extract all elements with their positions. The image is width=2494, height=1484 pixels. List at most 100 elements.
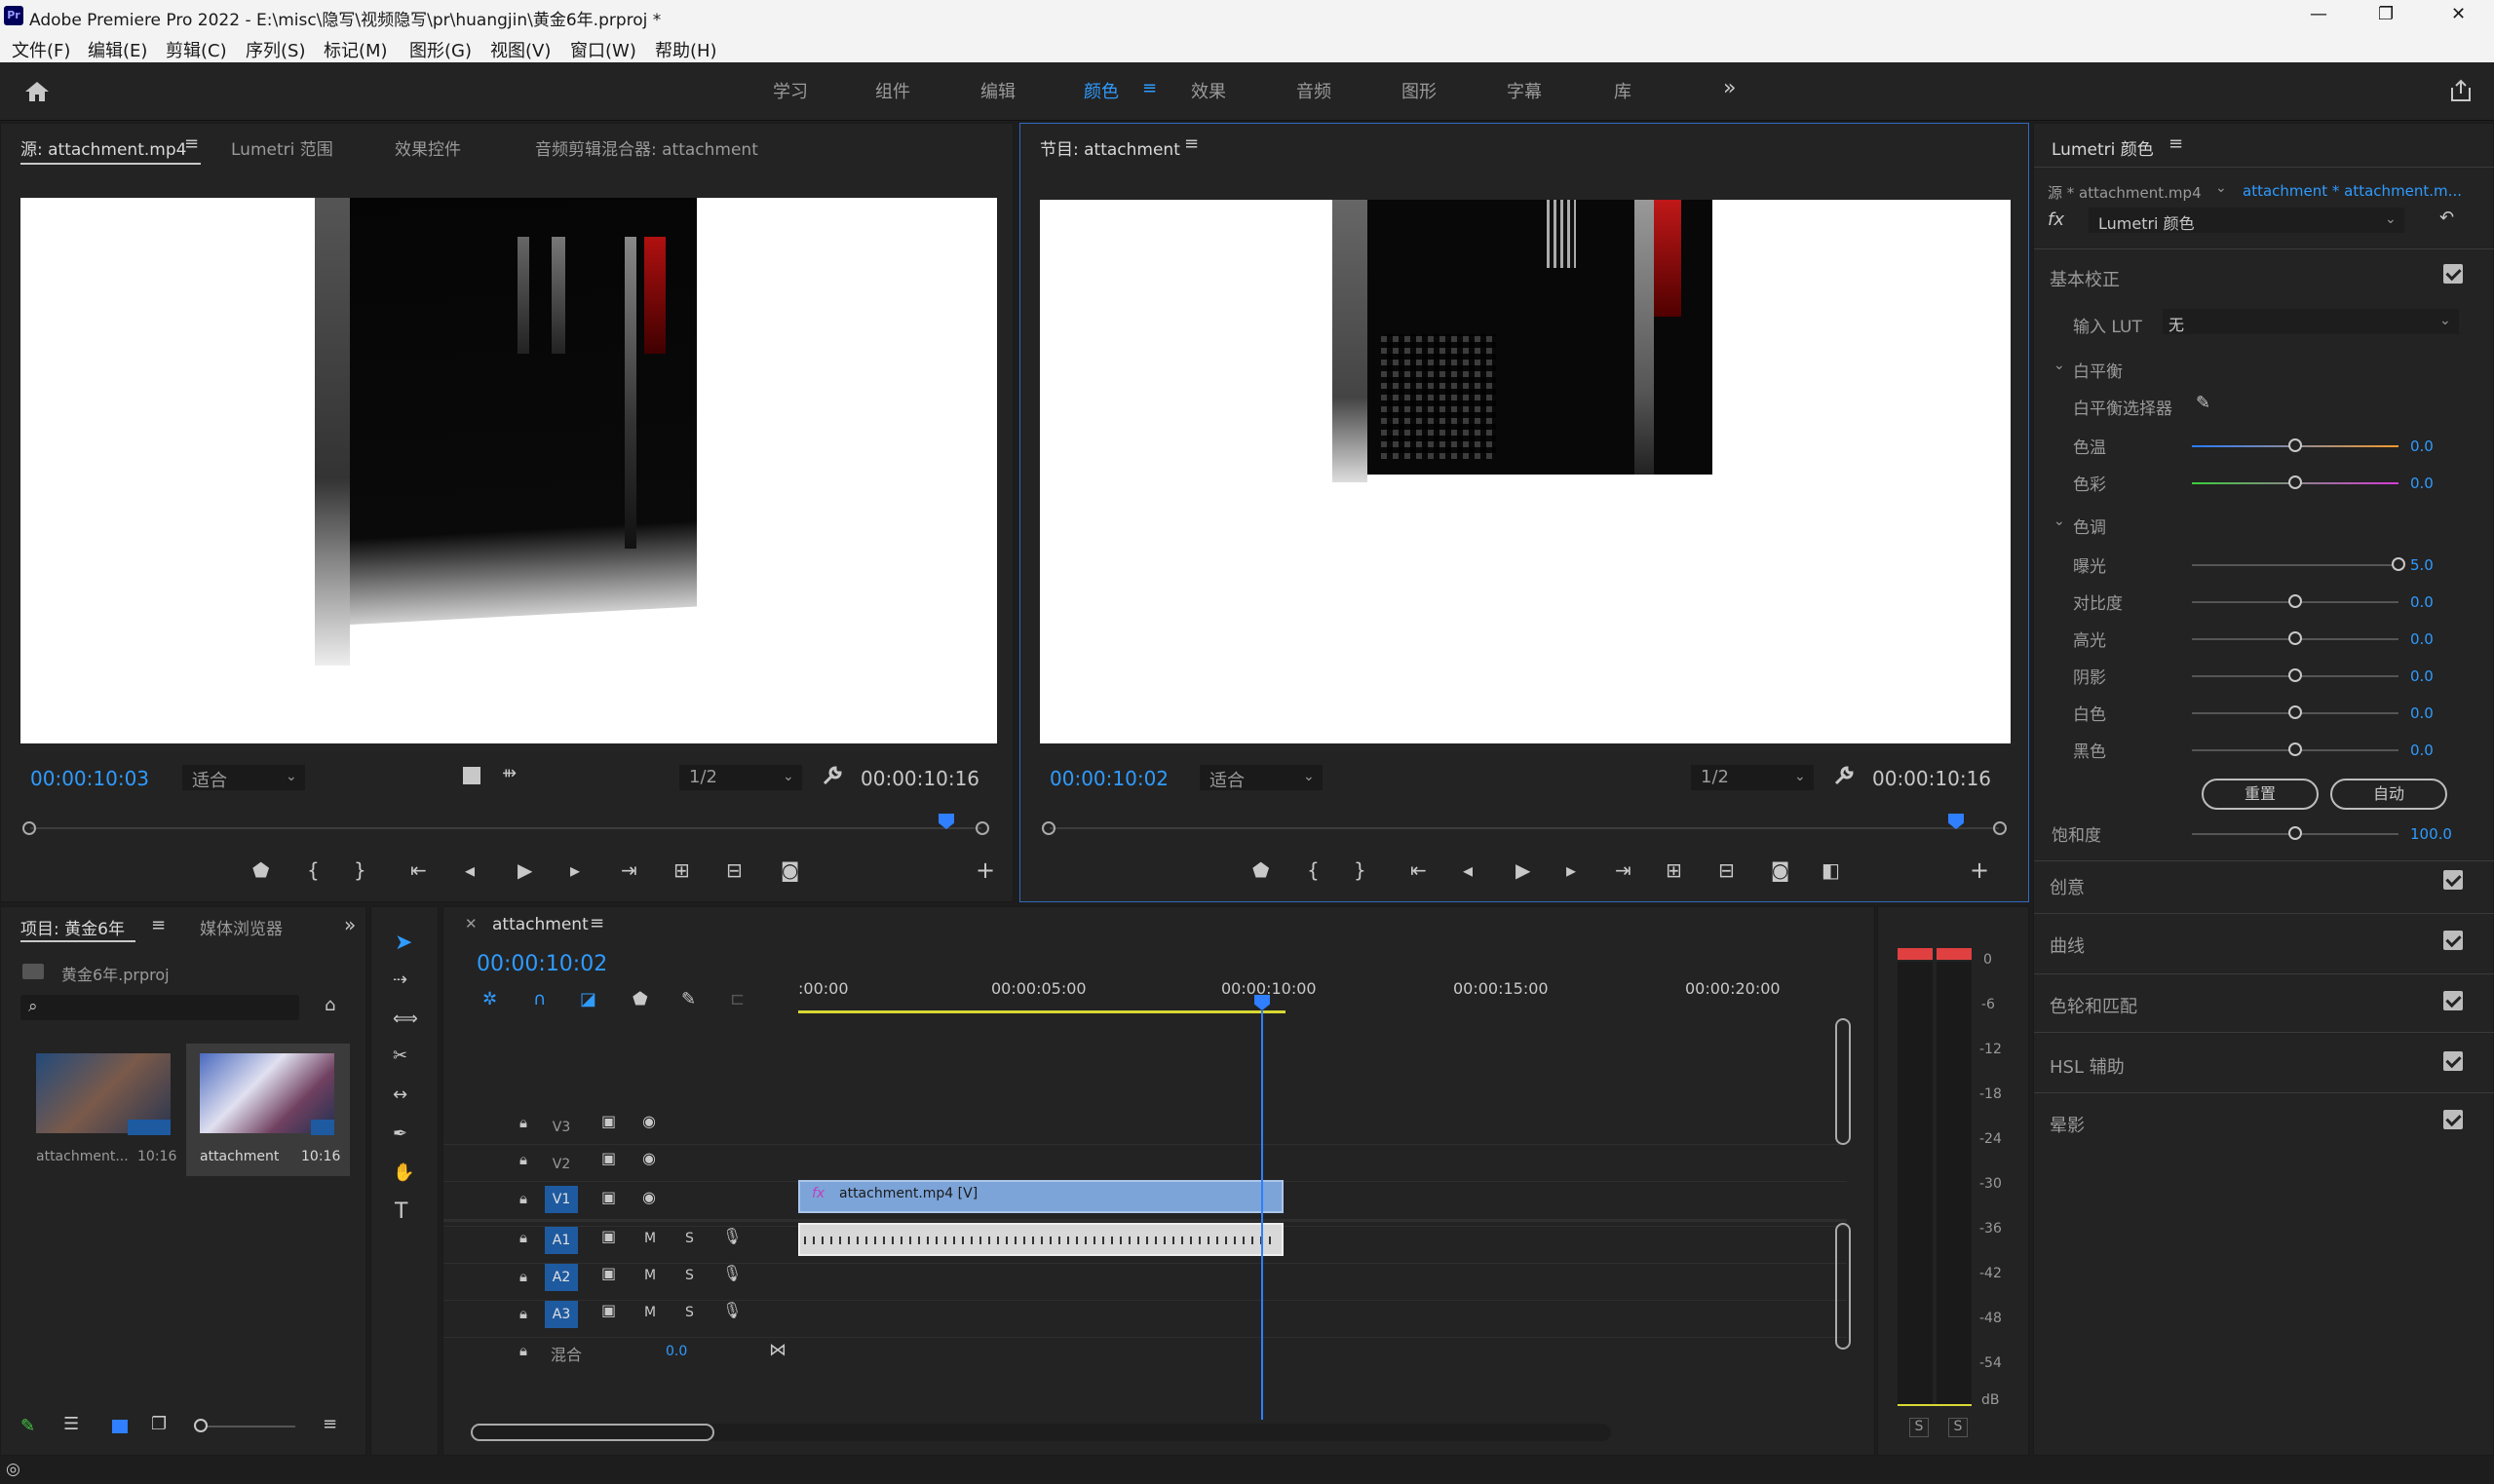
step-back-icon[interactable]: ◂ bbox=[465, 858, 475, 882]
camera-icon[interactable]: ◙ bbox=[1771, 858, 1789, 882]
workspace-audio[interactable]: 音频 bbox=[1296, 78, 1331, 103]
lock-icon[interactable]: 🔒︎ bbox=[519, 1268, 527, 1285]
linked-selection-icon[interactable]: ∩ bbox=[533, 989, 546, 1009]
insert-overwrite-icon[interactable]: ◪ bbox=[580, 989, 596, 1009]
tab-menu-icon[interactable]: ≡ bbox=[590, 913, 604, 933]
play-icon[interactable]: ▶ bbox=[518, 858, 532, 882]
creative-checkbox[interactable] bbox=[2443, 870, 2463, 890]
slider-temperature-value[interactable]: 0.0 bbox=[2410, 438, 2434, 455]
solo-button[interactable]: S bbox=[685, 1268, 694, 1283]
tab-program[interactable]: 节目: attachment bbox=[1040, 135, 1180, 160]
program-video-frame[interactable] bbox=[1040, 200, 2011, 743]
effect-dropdown[interactable]: Lumetri 颜色 ⌄ bbox=[2089, 208, 2404, 233]
section-hsl-secondary[interactable]: HSL 辅助 bbox=[2050, 1053, 2125, 1079]
wrench-icon[interactable] bbox=[822, 765, 843, 786]
section-basic-correction[interactable]: 基本校正 bbox=[2050, 266, 2120, 291]
program-timecode[interactable]: 00:00:10:02 bbox=[1050, 767, 1169, 790]
sync-lock-icon[interactable]: ▣ bbox=[601, 1149, 616, 1167]
slider-temperature-knob[interactable] bbox=[2288, 438, 2302, 452]
white-balance-heading[interactable]: 白平衡 bbox=[2073, 358, 2123, 382]
menu-window[interactable]: 窗口(W) bbox=[570, 37, 636, 62]
section-curves[interactable]: 曲线 bbox=[2050, 932, 2085, 958]
eye-icon[interactable]: ◉ bbox=[642, 1188, 656, 1206]
eye-icon[interactable]: ◉ bbox=[642, 1149, 656, 1167]
ripple-icon[interactable]: ⇻ bbox=[502, 763, 517, 783]
slider-blacks-knob[interactable] bbox=[2288, 742, 2302, 756]
lock-icon[interactable]: 🔒︎ bbox=[519, 1190, 527, 1207]
camera-icon[interactable]: ◙ bbox=[781, 858, 799, 882]
sync-lock-icon[interactable]: ▣ bbox=[601, 1264, 616, 1282]
program-fit-dropdown[interactable]: 适合 ⌄ bbox=[1200, 765, 1323, 791]
vertical-scroll-audio[interactable] bbox=[1835, 1223, 1851, 1350]
safe-margins-icon[interactable] bbox=[463, 767, 480, 784]
menu-view[interactable]: 视图(V) bbox=[490, 37, 551, 62]
play-icon[interactable]: ▶ bbox=[1516, 858, 1530, 882]
list-view-icon[interactable]: ☰ bbox=[63, 1414, 79, 1434]
icon-view-icon[interactable] bbox=[112, 1420, 128, 1433]
lock-icon[interactable]: 🔒︎ bbox=[519, 1229, 527, 1246]
sync-lock-icon[interactable]: ▣ bbox=[601, 1112, 616, 1130]
comparison-view-icon[interactable]: ◧ bbox=[1822, 858, 1840, 882]
workspace-menu-icon[interactable]: ≡ bbox=[1142, 78, 1157, 98]
workspace-color[interactable]: 颜色 bbox=[1084, 78, 1119, 103]
slider-shadows-value[interactable]: 0.0 bbox=[2410, 667, 2434, 685]
tone-heading[interactable]: 色调 bbox=[2073, 514, 2106, 538]
tab-menu-icon[interactable]: ≡ bbox=[1184, 133, 1199, 154]
slider-contrast-value[interactable]: 0.0 bbox=[2410, 593, 2434, 611]
hsl-secondary-checkbox[interactable] bbox=[2443, 1051, 2463, 1071]
track-label-v2[interactable]: V2 bbox=[545, 1151, 578, 1178]
insert-icon[interactable]: ⊞ bbox=[673, 858, 690, 882]
slider-shadows-knob[interactable] bbox=[2288, 668, 2302, 682]
source-resolution-dropdown[interactable]: 1/2 ⌄ bbox=[679, 765, 802, 790]
lumetri-source-clip[interactable]: 源 * attachment.mp4 bbox=[2048, 182, 2202, 203]
tab-timeline[interactable]: attachment bbox=[492, 915, 589, 934]
solo-button[interactable]: S bbox=[685, 1231, 694, 1246]
saturation-knob[interactable] bbox=[2288, 826, 2302, 840]
find-bin-icon[interactable]: ⌂ bbox=[325, 995, 335, 1015]
go-to-in-icon[interactable]: ⇤ bbox=[1410, 858, 1427, 882]
tab-source[interactable]: 源: attachment.mp4 bbox=[20, 135, 186, 160]
timeline-settings-icon[interactable]: ✎ bbox=[681, 989, 696, 1009]
add-button-icon[interactable]: + bbox=[1970, 856, 1989, 884]
project-item-thumbnail[interactable]: attachment... 10:16 bbox=[22, 1044, 186, 1235]
chevron-down-icon[interactable]: ⌄ bbox=[2215, 180, 2227, 196]
menu-marker[interactable]: 标记(M) bbox=[324, 37, 388, 62]
workspace-learn[interactable]: 学习 bbox=[773, 78, 808, 103]
sync-lock-icon[interactable]: ▣ bbox=[601, 1227, 616, 1245]
workspace-editing[interactable]: 编辑 bbox=[980, 78, 1016, 103]
tab-effect-controls[interactable]: 效果控件 bbox=[395, 135, 461, 160]
workspace-effects[interactable]: 效果 bbox=[1191, 78, 1226, 103]
menu-clip[interactable]: 剪辑(C) bbox=[166, 37, 227, 62]
track-label-a1[interactable]: A1 bbox=[545, 1227, 578, 1254]
pen-tool-icon[interactable]: ✒ bbox=[393, 1123, 407, 1144]
slider-tint-knob[interactable] bbox=[2288, 476, 2302, 489]
mark-in-icon[interactable]: { bbox=[1307, 858, 1320, 882]
track-select-tool-icon[interactable]: ⇢ bbox=[393, 970, 407, 990]
workspace-assembly[interactable]: 组件 bbox=[875, 78, 910, 103]
white-balance-chevron-icon[interactable]: ⌄ bbox=[2053, 358, 2065, 373]
ripple-edit-tool-icon[interactable]: ⟺ bbox=[393, 1008, 418, 1029]
tab-menu-icon[interactable]: ≡ bbox=[2168, 133, 2183, 154]
slider-exposure-track[interactable] bbox=[2192, 564, 2398, 566]
add-marker-icon[interactable]: ⬟ bbox=[252, 858, 269, 882]
color-wheels-checkbox[interactable] bbox=[2443, 991, 2463, 1010]
auto-button[interactable]: 自动 bbox=[2330, 779, 2447, 810]
selection-tool-icon[interactable]: ➤ bbox=[395, 931, 412, 955]
timeline-ruler[interactable]: :00:00 00:00:05:00 00:00:10:00 00:00:15:… bbox=[798, 966, 1861, 1010]
program-scrub-end[interactable] bbox=[1993, 821, 2007, 835]
basic-correction-checkbox[interactable] bbox=[2443, 264, 2463, 284]
lift-icon[interactable]: ⊞ bbox=[1666, 858, 1682, 882]
mute-button[interactable]: M bbox=[644, 1231, 656, 1246]
microphone-icon[interactable]: 🎙︎ bbox=[722, 1227, 742, 1245]
share-icon[interactable] bbox=[2448, 78, 2474, 103]
section-color-wheels[interactable]: 色轮和匹配 bbox=[2050, 993, 2137, 1018]
track-label-a2[interactable]: A2 bbox=[545, 1264, 578, 1291]
go-to-out-icon[interactable]: ⇥ bbox=[1615, 858, 1631, 882]
curves-checkbox[interactable] bbox=[2443, 931, 2463, 950]
type-tool-icon[interactable]: T bbox=[395, 1199, 407, 1224]
sync-lock-icon[interactable]: ▣ bbox=[601, 1188, 616, 1206]
tab-audio-clip-mixer[interactable]: 音频剪辑混合器: attachment bbox=[535, 135, 758, 160]
source-timecode[interactable]: 00:00:10:03 bbox=[30, 767, 149, 790]
workspace-libraries[interactable]: 库 bbox=[1614, 78, 1631, 103]
reset-effect-icon[interactable]: ↶ bbox=[2439, 208, 2454, 228]
